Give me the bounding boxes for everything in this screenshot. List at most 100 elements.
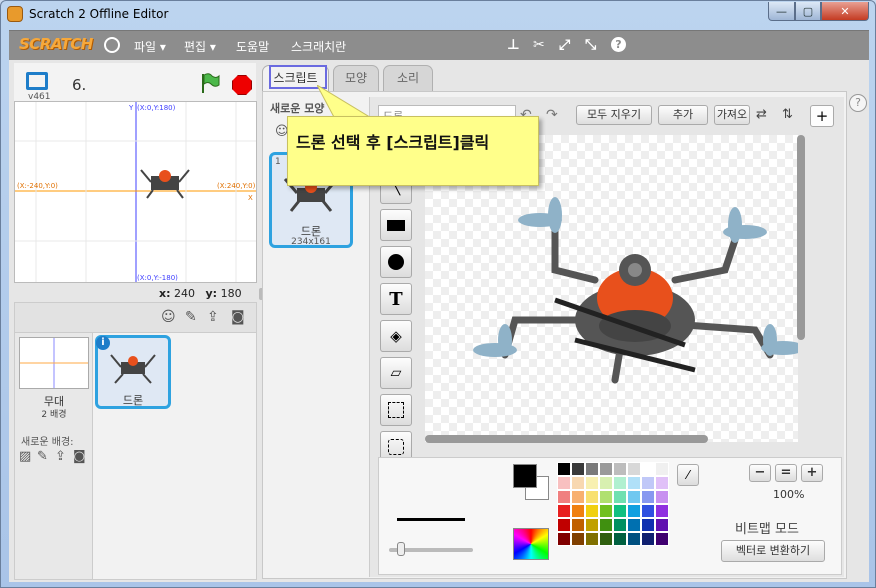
palette-color-13[interactable] xyxy=(627,476,641,490)
camera-sprite-icon[interactable]: ◙ xyxy=(231,309,245,325)
paint-sprite-icon[interactable]: ✎ xyxy=(185,309,197,325)
menu-help[interactable]: 도움말 xyxy=(236,38,269,55)
palette-color-25[interactable] xyxy=(571,504,585,518)
palette-color-20[interactable] xyxy=(613,490,627,504)
camera-backdrop-icon[interactable]: ◙ xyxy=(73,449,86,464)
canvas-horizontal-scrollbar[interactable] xyxy=(425,435,708,443)
palette-color-38[interactable] xyxy=(641,518,655,532)
redo-icon[interactable]: ↷ xyxy=(546,107,558,123)
copy-stamp-icon[interactable]: ⊥ xyxy=(507,37,520,53)
palette-color-34[interactable] xyxy=(585,518,599,532)
menu-edit[interactable]: 편집 ▾ xyxy=(184,38,216,55)
tab-sounds[interactable]: 소리 xyxy=(383,65,433,91)
select-icon[interactable] xyxy=(380,394,412,426)
eyedropper-icon[interactable]: ⁄ xyxy=(677,464,699,486)
palette-color-31[interactable] xyxy=(655,504,669,518)
line-width-slider-knob[interactable] xyxy=(397,542,405,556)
palette-color-16[interactable] xyxy=(557,490,571,504)
minimize-button[interactable]: — xyxy=(768,2,795,21)
primary-color-swatch[interactable] xyxy=(513,464,537,488)
palette-color-15[interactable] xyxy=(655,476,669,490)
close-button[interactable]: ✕ xyxy=(821,2,869,21)
flip-horizontal-icon[interactable]: ⇄ xyxy=(756,107,767,122)
add-button[interactable]: 추가 xyxy=(658,105,708,125)
palette-color-11[interactable] xyxy=(599,476,613,490)
cut-icon[interactable]: ✂ xyxy=(533,37,545,53)
palette-color-45[interactable] xyxy=(627,532,641,546)
palette-color-36[interactable] xyxy=(613,518,627,532)
palette-color-32[interactable] xyxy=(557,518,571,532)
import-button[interactable]: 가져오기 xyxy=(714,105,750,125)
rectangle-icon[interactable] xyxy=(380,209,412,241)
maximize-button[interactable]: ▢ xyxy=(795,2,821,21)
palette-color-27[interactable] xyxy=(599,504,613,518)
palette-color-0[interactable] xyxy=(557,462,571,476)
palette-color-40[interactable] xyxy=(557,532,571,546)
scratch-logo[interactable]: SCRATCH xyxy=(19,35,93,53)
backdrop-library-icon[interactable]: ▨ xyxy=(19,449,31,464)
sprite-thumbnail-drone[interactable]: i 드론 xyxy=(95,335,171,409)
zoom-reset-icon[interactable]: = xyxy=(775,464,797,482)
project-title[interactable]: 6. xyxy=(72,76,86,94)
palette-color-9[interactable] xyxy=(571,476,585,490)
palette-color-42[interactable] xyxy=(585,532,599,546)
palette-color-18[interactable] xyxy=(585,490,599,504)
help-icon[interactable]: ? xyxy=(611,37,626,52)
palette-color-7[interactable] xyxy=(655,462,669,476)
shrink-icon[interactable]: ⤡ xyxy=(585,37,596,53)
palette-color-23[interactable] xyxy=(655,490,669,504)
convert-to-vector-button[interactable]: 벡터로 변환하기 xyxy=(721,540,825,562)
palette-color-4[interactable] xyxy=(613,462,627,476)
tips-help-icon[interactable]: ? xyxy=(849,94,867,112)
palette-color-3[interactable] xyxy=(599,462,613,476)
stage-thumbnail[interactable] xyxy=(19,337,89,389)
menu-about[interactable]: 스크래치란 xyxy=(291,38,346,55)
upload-sprite-icon[interactable]: ⇪ xyxy=(207,309,219,325)
grow-icon[interactable]: ⤢ xyxy=(559,37,570,53)
canvas-vertical-scrollbar[interactable] xyxy=(797,135,805,340)
palette-color-47[interactable] xyxy=(655,532,669,546)
eraser-icon[interactable]: ▱ xyxy=(380,357,412,389)
green-flag-icon[interactable] xyxy=(200,72,220,94)
palette-color-12[interactable] xyxy=(613,476,627,490)
palette-color-17[interactable] xyxy=(571,490,585,504)
palette-color-21[interactable] xyxy=(627,490,641,504)
palette-color-35[interactable] xyxy=(599,518,613,532)
clear-button[interactable]: 모두 지우기 xyxy=(576,105,652,125)
ellipse-icon[interactable] xyxy=(380,246,412,278)
palette-color-26[interactable] xyxy=(585,504,599,518)
palette-color-1[interactable] xyxy=(571,462,585,476)
palette-color-10[interactable] xyxy=(585,476,599,490)
stop-sign-icon[interactable] xyxy=(232,75,252,95)
palette-color-14[interactable] xyxy=(641,476,655,490)
fullscreen-icon[interactable] xyxy=(26,72,48,90)
palette-color-39[interactable] xyxy=(655,518,669,532)
zoom-out-icon[interactable]: − xyxy=(749,464,771,482)
palette-color-46[interactable] xyxy=(641,532,655,546)
sprite-library-icon[interactable]: ☺ xyxy=(161,309,176,325)
palette-color-22[interactable] xyxy=(641,490,655,504)
palette-color-44[interactable] xyxy=(613,532,627,546)
color-spectrum-swatch[interactable] xyxy=(513,528,549,560)
language-globe-icon[interactable] xyxy=(104,37,120,53)
stage-canvas[interactable]: (X:0,Y:180) (X:0,Y:-180) (X:-240,Y:0) (X… xyxy=(14,101,257,283)
palette-color-24[interactable] xyxy=(557,504,571,518)
palette-color-29[interactable] xyxy=(627,504,641,518)
fill-icon[interactable]: ◈ xyxy=(380,320,412,352)
palette-color-30[interactable] xyxy=(641,504,655,518)
palette-color-43[interactable] xyxy=(599,532,613,546)
palette-color-33[interactable] xyxy=(571,518,585,532)
palette-color-37[interactable] xyxy=(627,518,641,532)
palette-color-2[interactable] xyxy=(585,462,599,476)
palette-color-28[interactable] xyxy=(613,504,627,518)
palette-color-6[interactable] xyxy=(641,462,655,476)
paint-backdrop-icon[interactable]: ✎ xyxy=(37,449,48,464)
flip-vertical-icon[interactable]: ⇅ xyxy=(782,107,793,122)
palette-color-19[interactable] xyxy=(599,490,613,504)
palette-color-8[interactable] xyxy=(557,476,571,490)
zoom-in-icon[interactable]: + xyxy=(801,464,823,482)
set-center-icon[interactable]: + xyxy=(810,105,834,127)
upload-backdrop-icon[interactable]: ⇪ xyxy=(55,449,66,464)
menu-file[interactable]: 파일 ▾ xyxy=(134,38,166,55)
palette-color-41[interactable] xyxy=(571,532,585,546)
